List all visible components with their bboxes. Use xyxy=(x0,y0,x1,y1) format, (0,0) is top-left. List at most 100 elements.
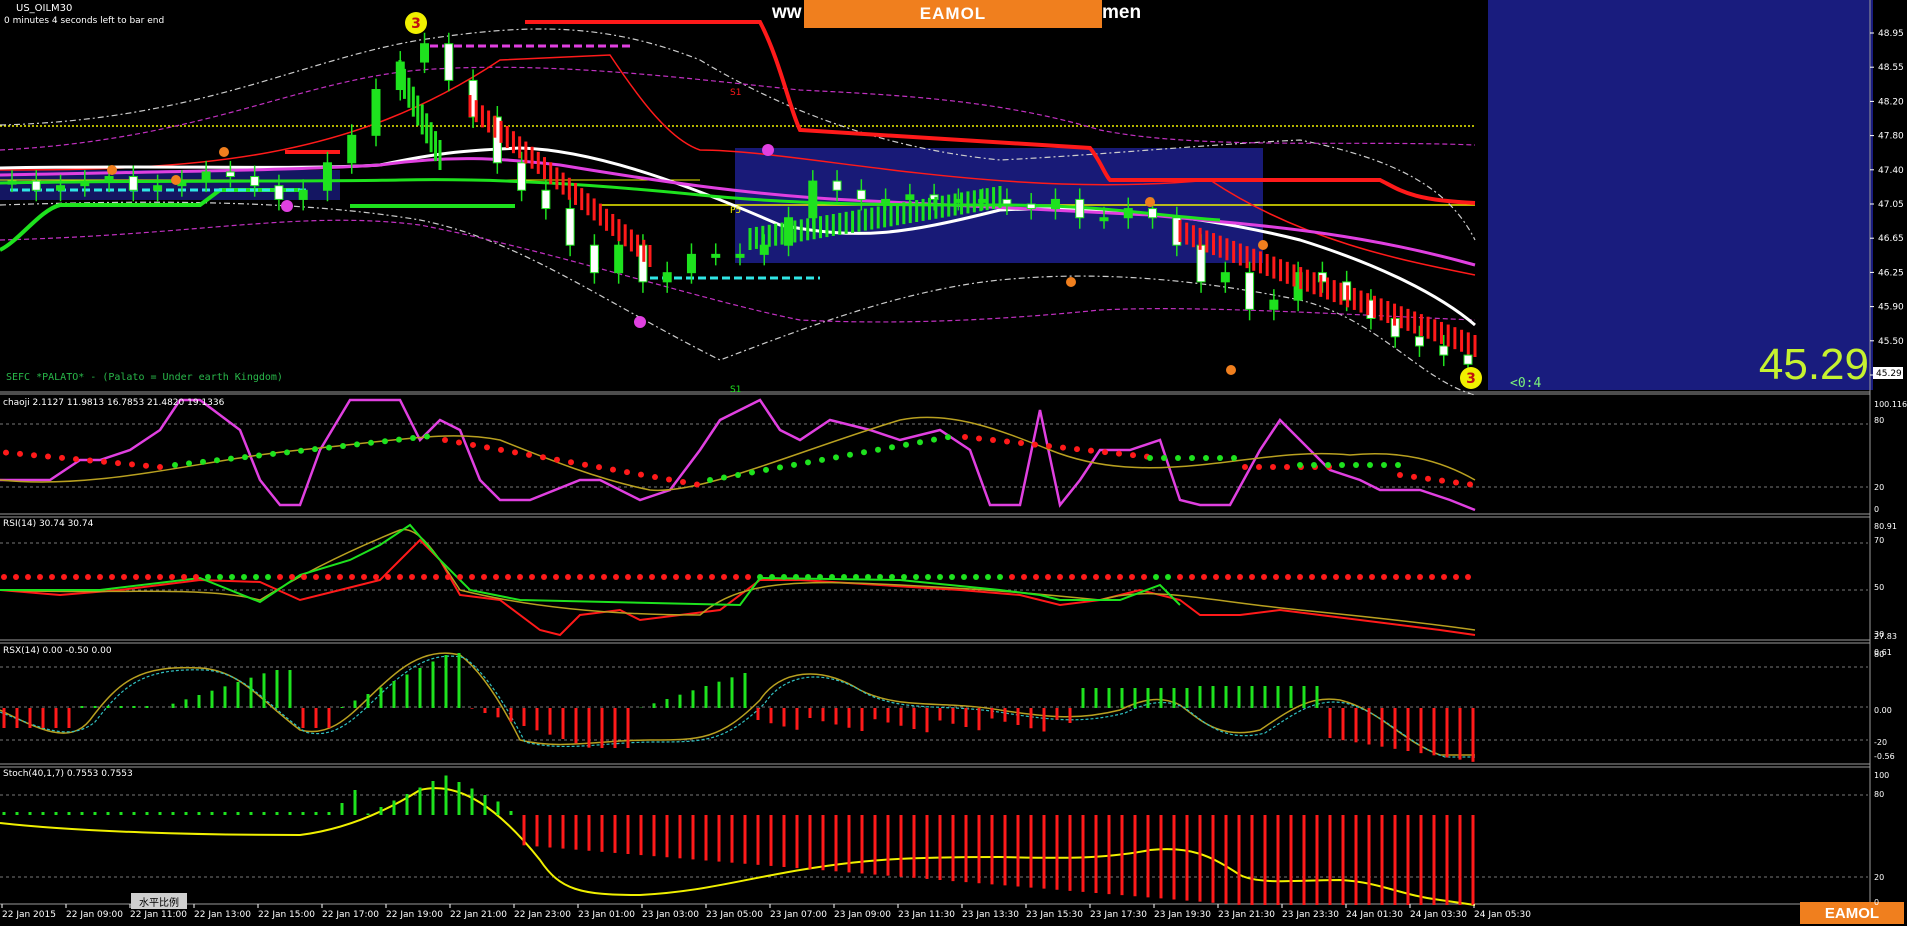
signal-dot xyxy=(115,460,121,467)
candle-body xyxy=(1148,208,1158,219)
signal-dot xyxy=(889,574,895,580)
signal-dot xyxy=(1333,574,1339,580)
signal-dot xyxy=(157,574,163,580)
signal-dot xyxy=(781,574,787,580)
signal-dot xyxy=(397,574,403,580)
signal-dot xyxy=(853,574,859,580)
candle-body xyxy=(1075,198,1085,219)
signal-dot xyxy=(469,574,475,580)
signal-dot xyxy=(985,574,991,580)
candle-body xyxy=(250,176,260,187)
signal-dot xyxy=(949,574,955,580)
signal-dot xyxy=(157,464,163,471)
signal-dot xyxy=(805,459,811,466)
signal-dot xyxy=(49,574,55,580)
signal-dot xyxy=(961,574,967,580)
price-tick: 48.20 xyxy=(1878,97,1904,107)
time-tick: 23 Jan 07:00 xyxy=(770,910,827,920)
signal-dot xyxy=(1161,455,1167,461)
bar-countdown: 0 minutes 4 seconds left to bar end xyxy=(4,16,165,26)
signal-dot xyxy=(1441,574,1447,580)
signal-dot xyxy=(673,574,679,580)
candle-body xyxy=(1002,198,1012,205)
signal-dot xyxy=(1261,574,1267,580)
brand-banner[interactable]: EAMOL xyxy=(804,0,1102,28)
signal-dot xyxy=(1311,462,1317,468)
signal-dot xyxy=(186,460,192,467)
signal-dot xyxy=(865,574,871,580)
signal-dot xyxy=(733,574,739,580)
future-zone xyxy=(1488,0,1873,390)
marker-p5: P5 xyxy=(730,206,741,216)
signal-dot xyxy=(925,574,931,580)
signal-dot xyxy=(757,574,763,580)
candle-body xyxy=(1196,244,1206,283)
signal-dot xyxy=(3,449,9,456)
candle-body xyxy=(56,185,66,191)
chaoji-title: chaoji 2.1127 11.9813 16.7853 21.4820 19… xyxy=(3,398,225,408)
signal-dot xyxy=(59,454,65,461)
signal-dot xyxy=(1004,438,1010,445)
banner-url-right: men xyxy=(1102,2,1142,23)
scale-tag[interactable]: 水平比例 xyxy=(131,893,187,909)
signal-dot xyxy=(1225,574,1231,580)
signal-dot xyxy=(1213,574,1219,580)
signal-dot xyxy=(745,574,751,580)
time-tick: 23 Jan 17:30 xyxy=(1090,910,1147,920)
time-tick: 23 Jan 01:00 xyxy=(578,910,635,920)
time-tick: 23 Jan 09:00 xyxy=(834,910,891,920)
indicator-tick: 80 xyxy=(1874,790,1885,799)
candle-body xyxy=(808,180,818,219)
signal-dot xyxy=(498,446,504,453)
marker-s1-bottom: S1 xyxy=(730,385,741,395)
candle-body xyxy=(589,244,599,274)
signal-dot xyxy=(1467,481,1473,488)
signal-dot xyxy=(962,434,968,440)
time-tick: 22 Jan 17:00 xyxy=(322,910,379,920)
signal-dot xyxy=(661,574,667,580)
signal-dot xyxy=(1285,574,1291,580)
signal-dot xyxy=(1425,475,1431,482)
time-tick: 23 Jan 15:30 xyxy=(1026,910,1083,920)
candle-body xyxy=(1099,217,1109,222)
signal-dot xyxy=(553,574,559,580)
signal-dot xyxy=(1081,574,1087,580)
candle-body xyxy=(201,171,211,182)
signal-dot xyxy=(87,457,93,464)
signal-dot xyxy=(901,574,907,580)
signal-dot xyxy=(1153,574,1159,580)
indicator-tick: 100 xyxy=(1874,771,1890,780)
signal-dot xyxy=(484,444,490,451)
signal-dot xyxy=(526,451,532,458)
signal-dot xyxy=(833,454,839,461)
rsi-title: RSI(14) 30.74 30.74 xyxy=(3,519,94,529)
signal-dot xyxy=(1177,574,1183,580)
signal-dot xyxy=(1249,574,1255,580)
signal-dot xyxy=(1453,479,1459,486)
banner-url-left: ww xyxy=(772,2,802,23)
indicator-tick: -20 xyxy=(1874,738,1888,747)
candle-body xyxy=(711,253,721,258)
signal-dot xyxy=(361,574,367,580)
signal-dot xyxy=(817,574,823,580)
signal-dot xyxy=(685,574,691,580)
symbol-title: US_OILM30 xyxy=(16,3,73,14)
signal-dot xyxy=(1102,449,1108,456)
candle-body xyxy=(274,185,284,200)
signal-dot xyxy=(680,479,686,485)
signal-dot xyxy=(931,436,937,443)
signal-dot xyxy=(1270,464,1276,470)
candle-body xyxy=(7,180,17,185)
indicator-tick: -0.56 xyxy=(1874,752,1895,761)
signal-text: SEFC *PALATO* - (Palato = Under earth Ki… xyxy=(6,372,283,383)
signal-dot xyxy=(990,437,996,444)
signal-dot xyxy=(313,574,319,580)
signal-dot xyxy=(937,574,943,580)
signal-dot xyxy=(326,444,332,451)
candle-body xyxy=(128,176,138,191)
signal-dot xyxy=(540,454,546,461)
indicator-tick: 80 xyxy=(1874,650,1885,659)
candle-body xyxy=(298,189,308,200)
signal-dot xyxy=(721,474,727,481)
signal-dot xyxy=(1345,574,1351,580)
